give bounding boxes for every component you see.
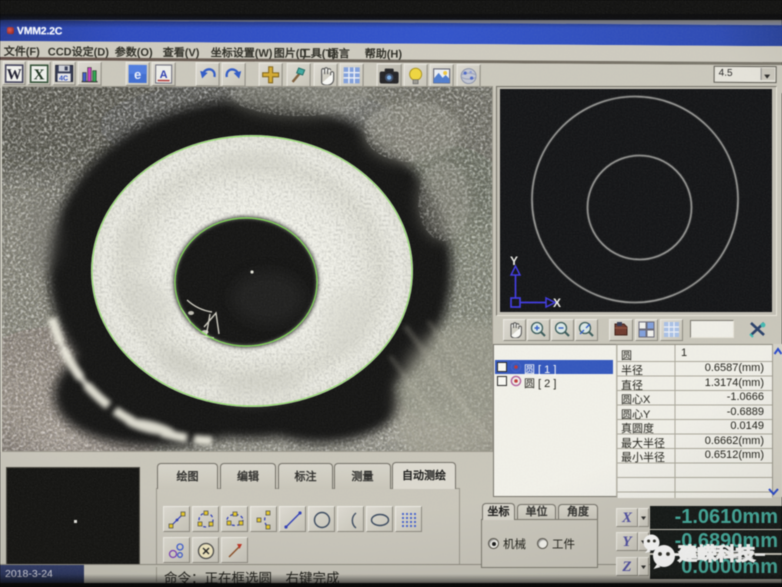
svg-text:X: X (34, 67, 45, 83)
svg-text:e: e (134, 67, 141, 82)
svg-text:W: W (7, 67, 22, 83)
svg-text:Y: Y (510, 254, 518, 268)
svg-text:A: A (160, 69, 168, 81)
svg-text:建嵘科技: 建嵘科技 (678, 544, 756, 564)
svg-text:4C: 4C (59, 75, 68, 82)
svg-text:X: X (553, 296, 561, 310)
